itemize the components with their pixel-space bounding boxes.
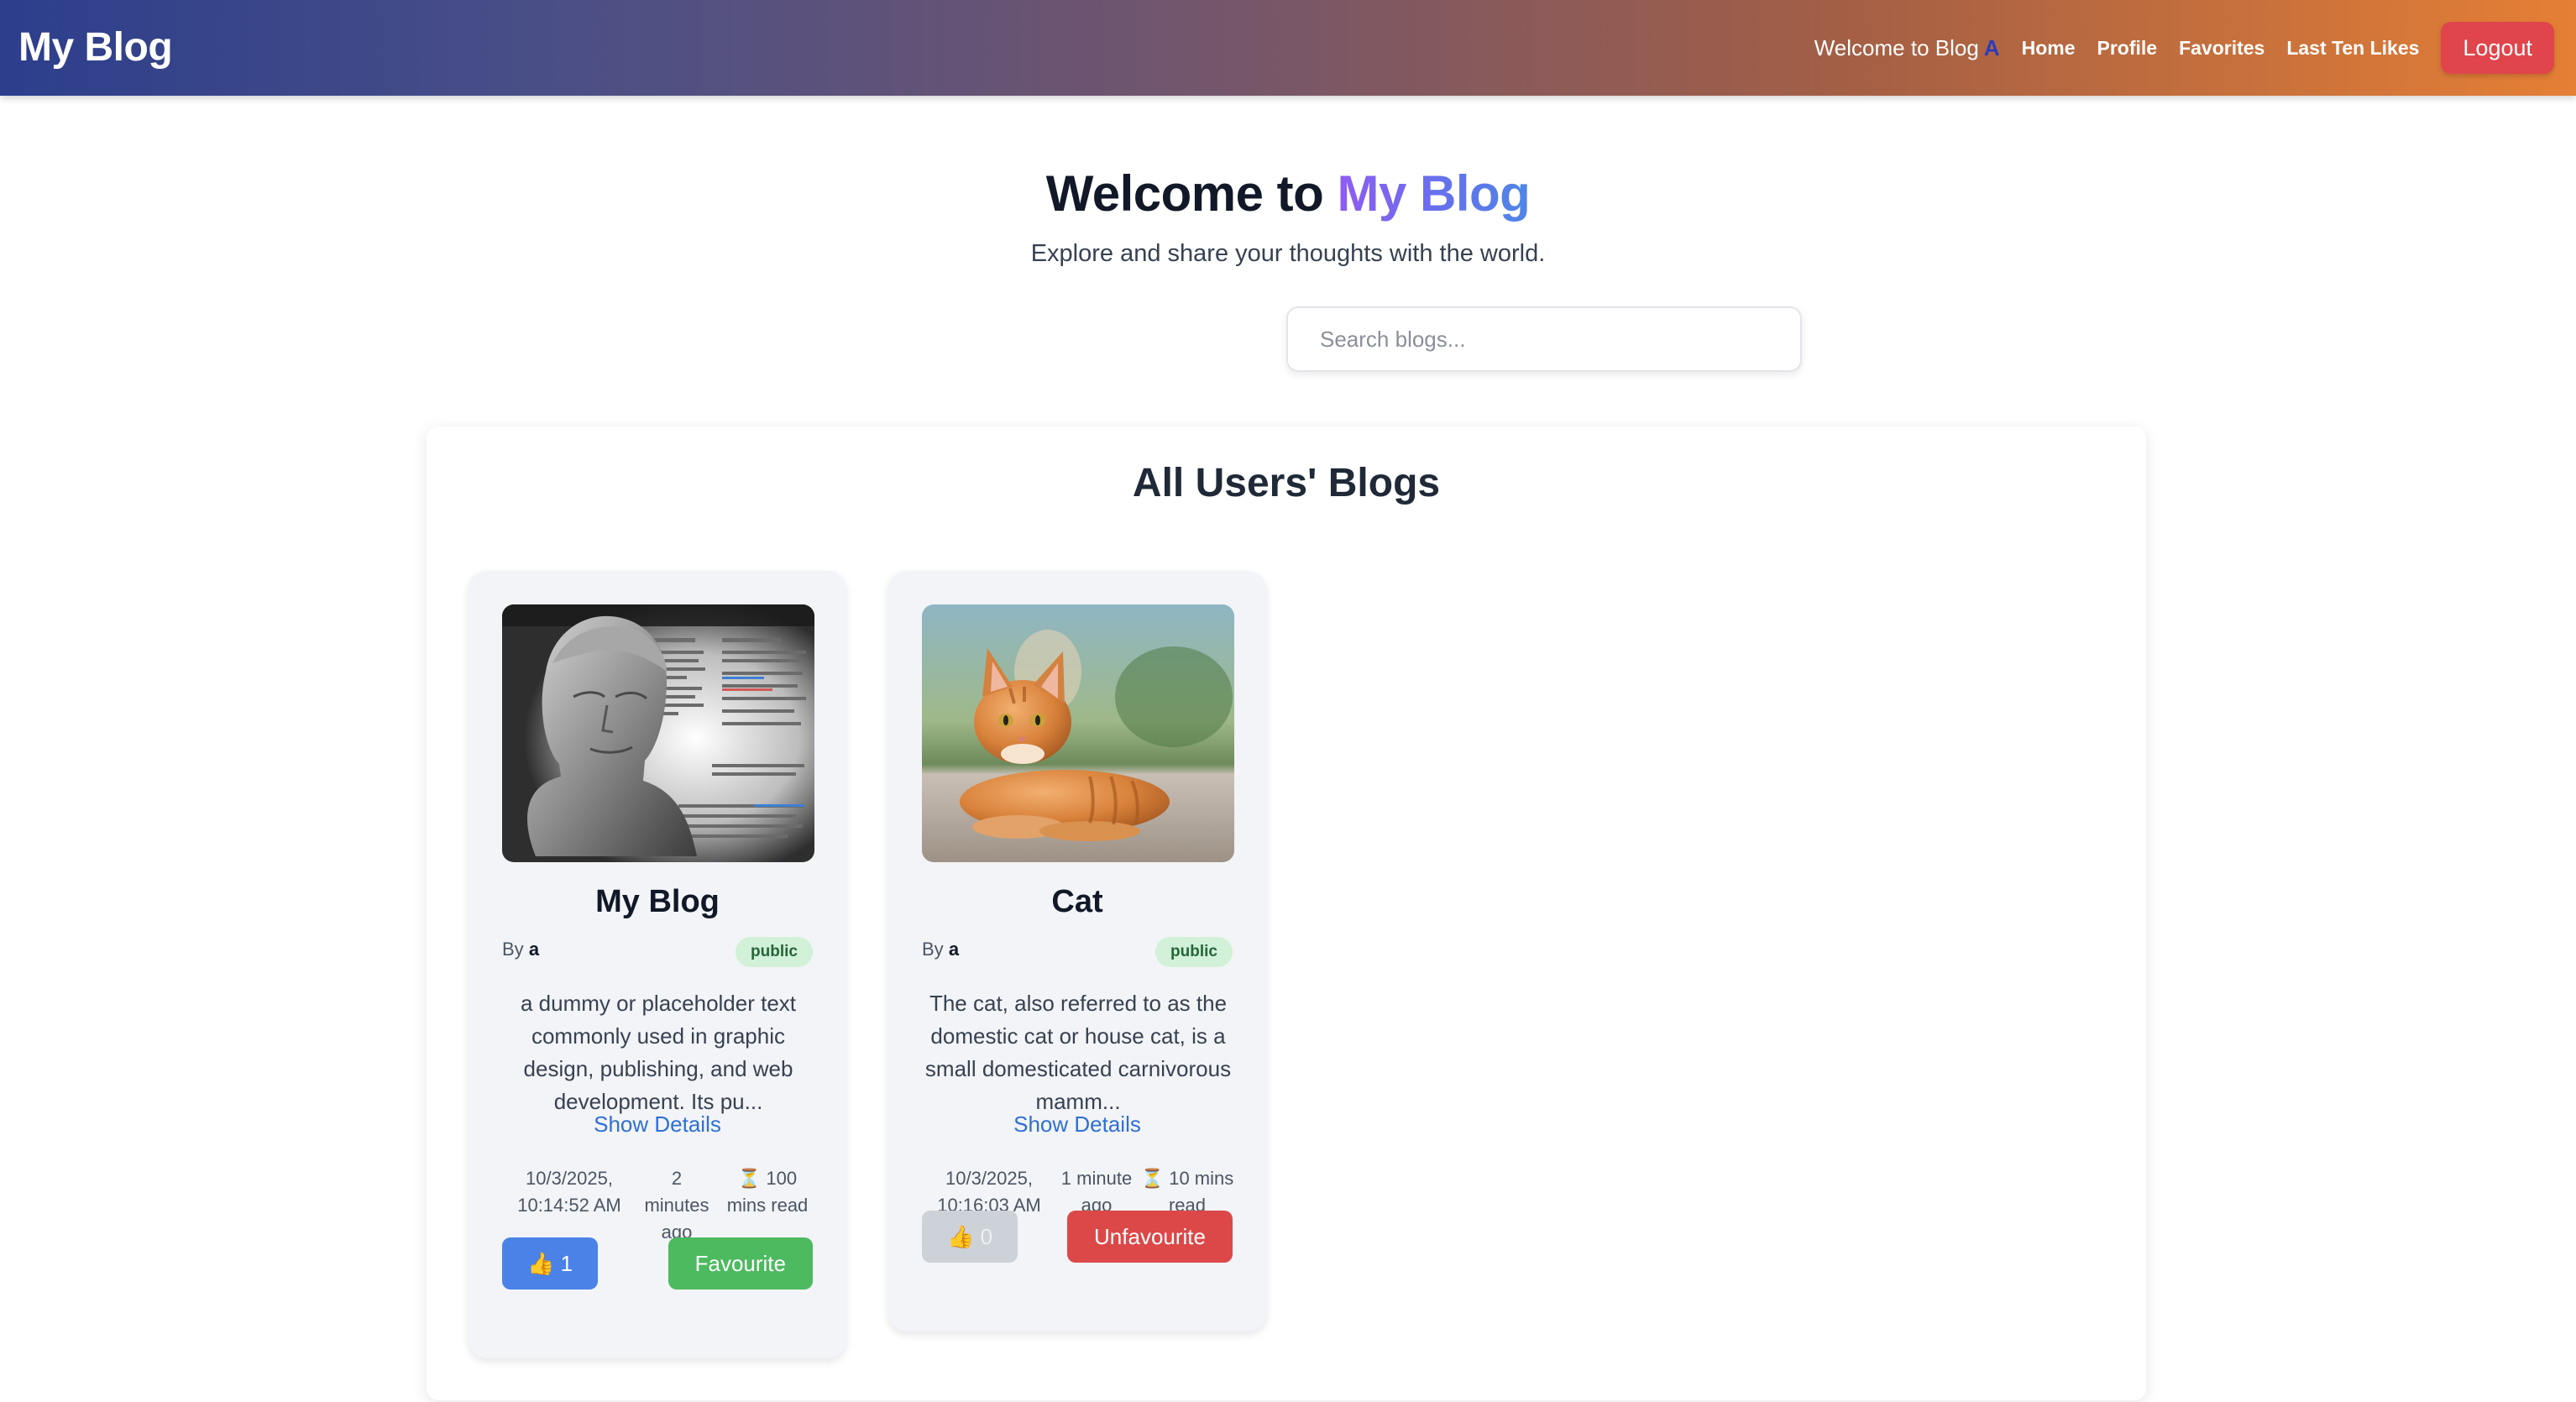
blog-title: Cat <box>1051 884 1103 919</box>
blog-date: 10/3/2025, 10:14:52 AM <box>517 1168 621 1216</box>
hero-title: Welcome to My Blog <box>0 165 2576 222</box>
hero-title-highlight: My Blog <box>1337 165 1531 222</box>
unfavourite-button[interactable]: Unfavourite <box>1067 1211 1233 1263</box>
blog-card: My Blog By a public a dummy or placehold… <box>469 571 846 1358</box>
like-button[interactable]: 👍 1 <box>502 1237 599 1290</box>
hero-title-prefix: Welcome to <box>1045 165 1324 222</box>
blog-image-statue <box>502 604 814 862</box>
blog-excerpt: a dummy or placeholder text commonly use… <box>520 991 797 1114</box>
nav-link-last-ten-likes[interactable]: Last Ten Likes <box>2286 37 2419 60</box>
blog-image-cat <box>922 604 1234 862</box>
author-name: a <box>528 939 540 960</box>
like-button[interactable]: 👍 0 <box>922 1211 1018 1263</box>
blog-relative-time: 2 minutes ago <box>644 1168 709 1242</box>
panel-title: All Users' Blogs <box>1132 461 1441 505</box>
navbar: My Blog Welcome to Blog A Home Profile Fa… <box>0 0 2576 96</box>
blog-meta: 10/3/2025, 10:14:52 AM 2 minutes ago ⏳ 1… <box>502 1165 818 1246</box>
welcome-username: A <box>1983 34 2000 60</box>
nav-right: Welcome to Blog A Home Profile Favorites … <box>1814 0 2554 96</box>
welcome-message: Welcome to Blog A <box>1814 35 2000 61</box>
blog-author: By a <box>922 939 959 960</box>
logout-button[interactable]: Logout <box>2441 22 2554 74</box>
visibility-badge: public <box>736 937 813 967</box>
nav-link-home[interactable]: Home <box>2022 37 2076 60</box>
nav-link-favorites[interactable]: Favorites <box>2179 37 2264 60</box>
favourite-button[interactable]: Favourite <box>668 1237 813 1290</box>
blog-title: My Blog <box>595 884 720 919</box>
brand-logo[interactable]: My Blog <box>18 0 173 96</box>
search-input[interactable] <box>1286 306 1802 372</box>
author-name: a <box>948 939 960 960</box>
author-by-label: By <box>502 939 524 960</box>
blog-card: Cat By a public The cat, also referred t… <box>888 571 1266 1331</box>
nav-link-profile[interactable]: Profile <box>2097 37 2157 60</box>
blog-excerpt: The cat, also referred to as the domesti… <box>924 991 1232 1114</box>
show-details-link[interactable]: Show Details <box>888 1112 1266 1138</box>
blog-author: By a <box>502 939 539 960</box>
visibility-badge: public <box>1155 937 1233 967</box>
blogs-panel: All Users' Blogs My Blog By a public a d… <box>427 426 2146 1400</box>
orange-cat-image <box>922 604 1234 862</box>
blog-read-time: ⏳ 100 mins read <box>726 1168 809 1216</box>
show-details-link[interactable]: Show Details <box>469 1112 846 1138</box>
statue-bust-image <box>502 604 814 862</box>
author-by-label: By <box>922 939 944 960</box>
welcome-label: Welcome to Blog <box>1814 34 1979 60</box>
hero-subtitle: Explore and share your thoughts with the… <box>1030 240 1546 267</box>
